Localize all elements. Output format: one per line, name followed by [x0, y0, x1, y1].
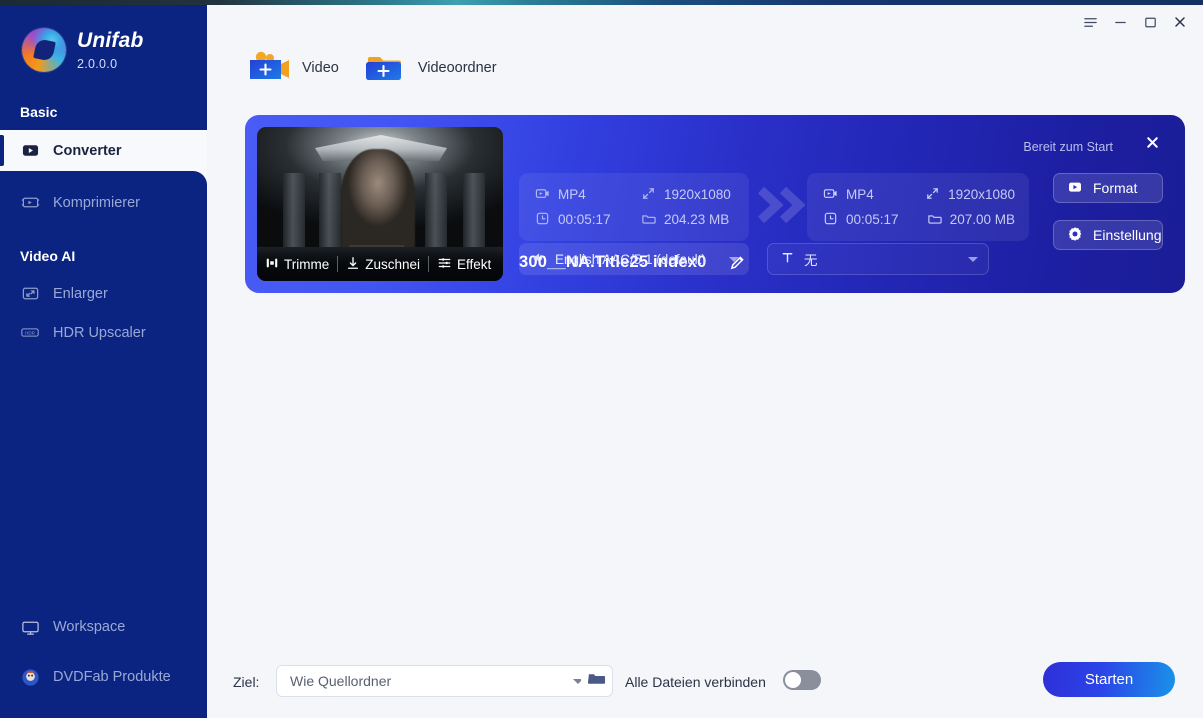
window-controls: [1075, 5, 1203, 39]
add-video-label: Video: [302, 60, 339, 76]
source-duration: 00:05:17: [535, 211, 641, 229]
crop-button[interactable]: Zuschnei: [338, 256, 428, 273]
hdr-icon: HDR: [20, 323, 40, 343]
folder-icon: [587, 669, 606, 693]
add-folder-label: Videoordner: [417, 60, 497, 76]
browse-folder-button[interactable]: [581, 665, 613, 697]
status-badge: Bereit zum Start: [1023, 140, 1113, 154]
target-info-block: MP4 1920x1080 00:05:17 207.00 MB: [807, 173, 1029, 241]
thumbnail-toolbar: Trimme Zuschnei Effekt: [257, 247, 503, 281]
audio-icon: [531, 250, 546, 268]
trim-icon: [265, 256, 279, 273]
sidebar-item-label: Workspace: [53, 619, 126, 635]
compress-icon: [20, 193, 40, 213]
format-icon: [823, 186, 838, 204]
start-label: Starten: [1084, 671, 1134, 688]
crop-icon: [346, 256, 360, 273]
filesize-icon: [927, 211, 942, 229]
filesize-icon: [641, 211, 656, 229]
sidebar-item-dvdfab-produkte[interactable]: DVDFab Produkte: [0, 652, 207, 702]
enlarge-icon: [20, 284, 40, 304]
format-icon: [535, 186, 550, 204]
converter-icon: [20, 141, 40, 161]
source-size: 204.23 MB: [641, 211, 729, 229]
resolution-icon: [641, 186, 656, 204]
bottom-bar: Ziel: Wie Quellordner Alle Dateien verbi…: [207, 648, 1203, 718]
sidebar-item-workspace[interactable]: Workspace: [0, 602, 207, 652]
close-icon[interactable]: [1165, 7, 1195, 37]
maximize-icon[interactable]: [1135, 7, 1165, 37]
add-video-folder-button[interactable]: Videoordner: [364, 50, 497, 86]
sidebar-item-converter[interactable]: Converter: [0, 130, 207, 171]
target-format: MP4: [823, 186, 925, 204]
toggle-knob: [785, 672, 801, 688]
app-logo: Unifab 2.0.0.0: [0, 5, 207, 72]
app-name: Unifab: [77, 28, 144, 52]
duration-icon: [823, 211, 838, 229]
source-format: MP4: [535, 186, 641, 204]
audio-track-value: English AAC/5.1 (default): [555, 251, 706, 267]
main-content: Video Videoordner Trimme Zuschnei Effekt…: [207, 5, 1203, 718]
gear-icon: [1067, 226, 1083, 245]
sidebar-section-video-ai: Video AI: [20, 248, 76, 264]
trim-button[interactable]: Trimme: [257, 256, 337, 273]
subtitle-track-select[interactable]: 无: [767, 243, 989, 275]
crop-label: Zuschnei: [365, 256, 421, 272]
merge-files-toggle[interactable]: [783, 670, 821, 690]
format-button[interactable]: Format: [1053, 173, 1163, 203]
add-video-button[interactable]: Video: [248, 50, 339, 86]
sidebar-item-label: Komprimierer: [53, 194, 141, 211]
add-folder-icon: [364, 50, 406, 86]
sidebar-bottom-group: Workspace DVDFab Produkte: [0, 602, 207, 718]
dvdfab-icon: [20, 667, 40, 687]
destination-select[interactable]: Wie Quellordner: [276, 665, 594, 697]
unifab-logo-icon: [22, 28, 66, 72]
remove-job-icon[interactable]: [1144, 134, 1161, 156]
sidebar-item-hdr-upscaler[interactable]: HDR HDR Upscaler: [0, 313, 207, 352]
job-card: Trimme Zuschnei Effekt 300__NA.Title25 i…: [245, 115, 1185, 293]
add-source-toolbar: Video Videoordner: [248, 50, 497, 86]
monitor-icon: [20, 617, 40, 637]
sidebar-item-label: HDR Upscaler: [53, 324, 146, 341]
sidebar-item-label: Enlarger: [53, 285, 108, 302]
settings-label: Einstellunge: [1093, 227, 1163, 243]
svg-text:HDR: HDR: [25, 331, 36, 336]
video-thumbnail[interactable]: Trimme Zuschnei Effekt: [257, 127, 503, 281]
chevron-down-icon: [968, 256, 978, 262]
sidebar-item-label: DVDFab Produkte: [53, 669, 171, 685]
sidebar-item-komprimierer[interactable]: Komprimierer: [0, 183, 207, 222]
source-info-block: MP4 1920x1080 00:05:17 204.23 MB: [519, 173, 749, 241]
app-version: 2.0.0.0: [77, 56, 118, 71]
settings-button[interactable]: Einstellunge: [1053, 220, 1163, 250]
subtitle-track-value: 无: [804, 253, 818, 268]
target-size: 207.00 MB: [927, 211, 1015, 229]
effect-label: Effekt: [457, 256, 492, 272]
resolution-icon: [925, 186, 940, 204]
effect-icon: [437, 256, 452, 273]
conversion-arrow-icon: [755, 175, 811, 235]
audio-track-select[interactable]: English AAC/5.1 (default): [519, 243, 749, 275]
chevron-down-icon: [729, 256, 739, 262]
trim-label: Trimme: [284, 256, 330, 272]
target-duration: 00:05:17: [823, 211, 927, 229]
minimize-icon[interactable]: [1105, 7, 1135, 37]
hamburger-icon[interactable]: [1075, 7, 1105, 37]
app-window: Unifab 2.0.0.0 Basic Converter Komprimie…: [0, 0, 1203, 718]
target-resolution: 1920x1080: [925, 186, 1015, 204]
format-play-icon: [1067, 179, 1083, 198]
sidebar: Unifab 2.0.0.0 Basic Converter Komprimie…: [0, 5, 207, 718]
merge-files-label: Alle Dateien verbinden: [625, 674, 766, 690]
sidebar-section-basic: Basic: [20, 104, 58, 120]
format-label: Format: [1093, 180, 1138, 196]
add-video-icon: [248, 50, 290, 86]
start-button[interactable]: Starten: [1043, 662, 1175, 697]
sidebar-item-label: Converter: [53, 142, 122, 159]
duration-icon: [535, 211, 550, 229]
destination-value: Wie Quellordner: [290, 673, 392, 689]
sidebar-item-enlarger[interactable]: Enlarger: [0, 274, 207, 313]
effect-button[interactable]: Effekt: [429, 256, 499, 273]
destination-label: Ziel:: [233, 674, 260, 690]
subtitle-icon: [780, 250, 795, 268]
source-resolution: 1920x1080: [641, 186, 731, 204]
